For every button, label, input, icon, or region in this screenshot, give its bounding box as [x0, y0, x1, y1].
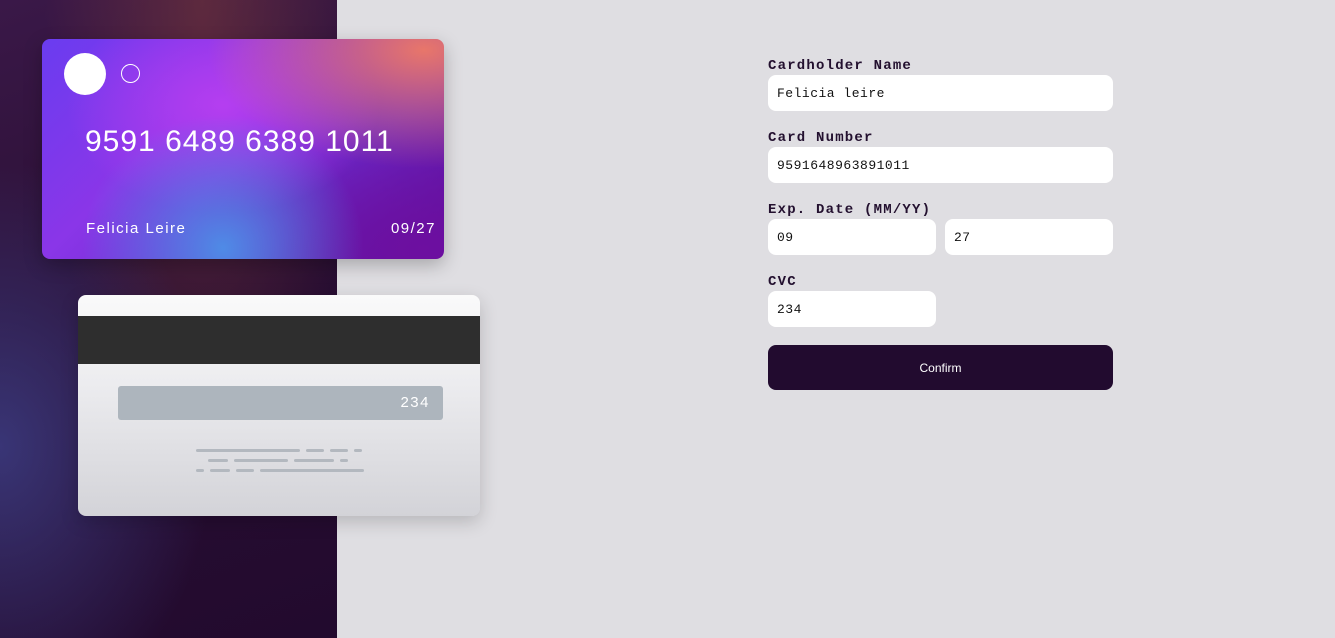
- cvc-group: CVC: [768, 274, 1113, 327]
- card-details-form: Cardholder Name Card Number Exp. Date (M…: [768, 58, 1113, 390]
- card-front-name: Felicia Leire: [86, 220, 187, 237]
- card-back: 234: [78, 295, 480, 516]
- cvc-label: CVC: [768, 274, 797, 290]
- card-front-number: 9591 6489 6389 1011: [85, 125, 394, 158]
- card-number-input[interactable]: [768, 147, 1113, 183]
- confirm-button[interactable]: Confirm: [768, 345, 1113, 390]
- card-front: 9591 6489 6389 1011 Felicia Leire 09/27: [42, 39, 444, 259]
- exp-date-group: Exp. Date (MM/YY): [768, 202, 1113, 255]
- cardholder-name-group: Cardholder Name: [768, 58, 1113, 111]
- exp-month-input[interactable]: [768, 219, 936, 255]
- card-front-expiry: 09/27: [390, 220, 436, 237]
- signature-strip: 234: [118, 386, 443, 420]
- card-logo-circle-outline: [121, 64, 140, 83]
- card-logo-circle-filled: [64, 53, 106, 95]
- card-number-group: Card Number: [768, 130, 1113, 183]
- magnetic-stripe: [78, 316, 480, 364]
- exp-date-row: [768, 219, 1113, 255]
- cvc-input[interactable]: [768, 291, 936, 327]
- exp-year-input[interactable]: [945, 219, 1113, 255]
- cardholder-name-input[interactable]: [768, 75, 1113, 111]
- card-back-cvc: 234: [400, 394, 430, 411]
- cardholder-name-label: Cardholder Name: [768, 58, 913, 74]
- card-number-label: Card Number: [768, 130, 874, 146]
- exp-date-label: Exp. Date (MM/YY): [768, 202, 932, 218]
